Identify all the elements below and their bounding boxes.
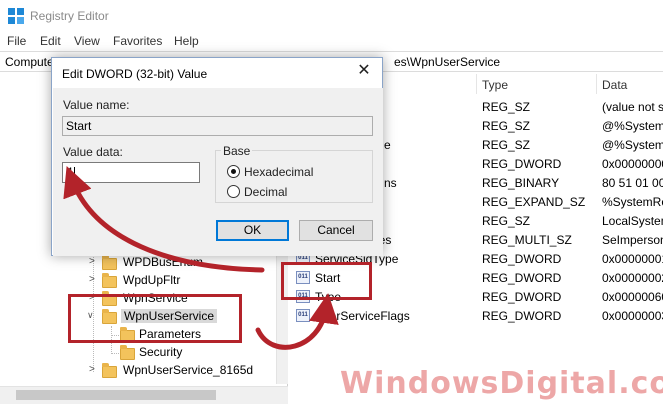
arrow-to-value-data: [63, 165, 265, 273]
arrow-to-start-value: [255, 293, 339, 350]
watermark: WindowsDigital.com: [340, 366, 663, 401]
annotation-arrows: [63, 165, 339, 350]
